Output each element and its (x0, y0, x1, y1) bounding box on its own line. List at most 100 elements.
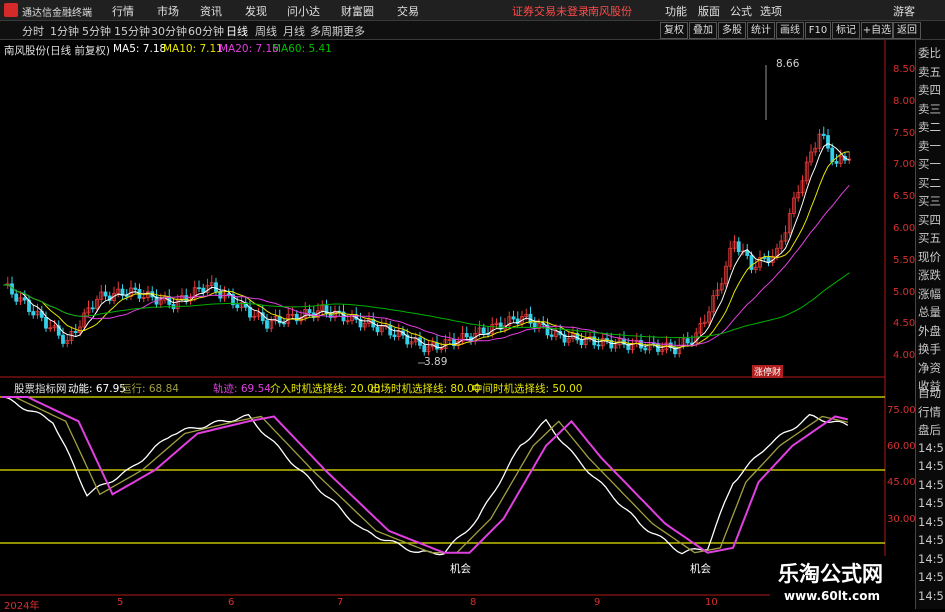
price-tick: 5.50 (893, 255, 916, 266)
tab-60min[interactable]: 60分钟 (188, 23, 224, 39)
limit-up-tag[interactable]: 涨停财 (752, 365, 784, 378)
price-tick: 5.00 (893, 287, 916, 298)
candle-body (307, 309, 312, 314)
candle-body (422, 344, 427, 353)
stock-legend: 南风股份(日线 前复权) (4, 45, 111, 57)
indicator-tick: 75.00 (887, 405, 916, 416)
side-panel-label: 14:5 (918, 496, 944, 510)
menu-item-formula[interactable]: 公式 (730, 3, 752, 19)
price-tick: 7.50 (893, 128, 916, 139)
indicator-name[interactable]: 股票指标网 (14, 381, 67, 396)
price-chart[interactable] (0, 40, 886, 609)
menu-item-wealth[interactable]: 财富圈 (341, 3, 374, 19)
tab-timeshare[interactable]: 分时 (22, 23, 44, 39)
side-panel-label: 涨跌 (918, 268, 941, 282)
side-panel-label: 14:5 (918, 459, 944, 473)
app-logo-icon (4, 3, 18, 17)
candle-body (133, 287, 138, 290)
f10-button[interactable]: F10 (805, 22, 831, 39)
guiji-line (2, 396, 849, 554)
price-tick: 4.00 (893, 350, 916, 361)
menu-item-quotes[interactable]: 行情 (112, 3, 134, 19)
quote-side-panel[interactable]: 委比 卖五 卖四 卖三 卖二 卖一 买一 买二 买三 买四 买五 现价 涨跌 涨幅 总量 外盘 换手 净资 收益 自动… (915, 40, 945, 609)
side-panel-label: 委比 (918, 46, 941, 60)
chart-canvas[interactable] (0, 40, 915, 609)
multi-stock-button[interactable]: 多股 (718, 22, 746, 39)
side-panel-label: 卖二 (918, 120, 941, 134)
tab-5min[interactable]: 5分钟 (82, 23, 111, 39)
ma10-legend: MA10: 7.11 (163, 43, 223, 55)
price-tick: 4.50 (893, 318, 916, 329)
side-panel-label: 盘后 (918, 423, 941, 437)
statistics-button[interactable]: 统计 (747, 22, 775, 39)
watermark-url: www.60lt.com (784, 589, 881, 603)
tab-more[interactable]: 更多 (343, 23, 365, 39)
candle-body (61, 334, 65, 344)
menu-item-discover[interactable]: 发现 (245, 3, 267, 19)
side-panel-label: 14:5 (918, 533, 944, 547)
menu-item-options[interactable]: 选项 (760, 3, 782, 19)
candle-body (103, 291, 108, 297)
tab-1min[interactable]: 1分钟 (50, 23, 79, 39)
candle-body (22, 297, 27, 301)
price-tick: 7.00 (893, 159, 916, 170)
side-panel-label: 外盘 (918, 323, 941, 338)
menu-item-function[interactable]: 功能 (665, 3, 687, 19)
menu-item-market[interactable]: 市场 (157, 3, 179, 19)
adjust-button[interactable]: 复权 (660, 22, 688, 39)
sell-line-legend: 出场时机选择线: 80.00 (370, 383, 481, 395)
menu-item-layout[interactable]: 版面 (698, 3, 720, 19)
side-panel-label: 14:5 (918, 570, 944, 584)
side-panel-label: 卖三 (918, 101, 941, 116)
candle-body (511, 316, 516, 320)
stock-name-title: 南风股份 (588, 5, 632, 18)
ma60-line (3, 272, 850, 339)
ma5-legend: MA5: 7.18 (113, 43, 167, 55)
side-panel-label: 卖五 (918, 64, 941, 79)
indicator-chart[interactable] (0, 396, 885, 556)
ma10-line (3, 151, 850, 349)
dongneng-legend: 动能: 67.95 (68, 383, 126, 395)
date-tick: 9 (594, 597, 601, 608)
tab-daily[interactable]: 日线 (226, 23, 248, 39)
side-panel-label: 14:5 (918, 588, 944, 603)
guest-label[interactable]: 游客 (893, 3, 915, 19)
side-panel-label: 14:5 (918, 477, 944, 492)
draw-line-button[interactable]: 画线 (776, 22, 804, 39)
overlay-button[interactable]: 叠加 (689, 22, 717, 39)
login-notice[interactable]: 证券交易未登录 (512, 3, 589, 19)
candle-body (745, 250, 750, 256)
side-panel-label: 买三 (918, 194, 941, 208)
date-tick: 5 (117, 597, 124, 608)
back-button[interactable]: 返回 (893, 22, 921, 39)
menu-item-news[interactable]: 资讯 (200, 3, 222, 19)
mid-line-legend: 中间时机选择线: 50.00 (472, 383, 583, 395)
candle-body (226, 293, 231, 296)
menu-item-trade[interactable]: 交易 (397, 3, 419, 19)
candle-body (44, 316, 48, 329)
price-tick: 6.00 (893, 223, 916, 234)
candle-body (830, 147, 835, 162)
dongneng-line (1, 396, 849, 556)
ma60-legend: MA60: 5.41 (272, 43, 332, 55)
mark-button[interactable]: 标记 (832, 22, 860, 39)
add-watchlist-button[interactable]: +自选 (861, 22, 893, 39)
date-tick: 2024年 (4, 601, 40, 612)
side-panel-label: 涨幅 (918, 286, 941, 301)
side-panel-label: 卖一 (918, 138, 941, 153)
candle-body (834, 161, 839, 164)
menu-item-xiaoda[interactable]: 问小达 (287, 3, 320, 19)
watermark: 乐淘公式网 www.60lt.com (770, 556, 915, 609)
tab-15min[interactable]: 15分钟 (114, 23, 150, 39)
side-panel-label: 买五 (918, 231, 941, 245)
candle-body (201, 287, 206, 293)
tab-weekly[interactable]: 周线 (255, 23, 277, 39)
menu-bar: 通达信金融终端 行情 市场 资讯 发现 问小达 财富圈 交易 证券交易未登录 南… (0, 0, 945, 21)
tab-30min[interactable]: 30分钟 (151, 23, 187, 39)
tab-multi-period[interactable]: 多周期 (310, 23, 343, 39)
candle-body (481, 327, 486, 334)
tab-monthly[interactable]: 月线 (283, 23, 305, 39)
high-price-label: 8.66 (776, 58, 800, 70)
side-panel-label: 现价 (918, 249, 941, 264)
candle-body (282, 322, 286, 325)
